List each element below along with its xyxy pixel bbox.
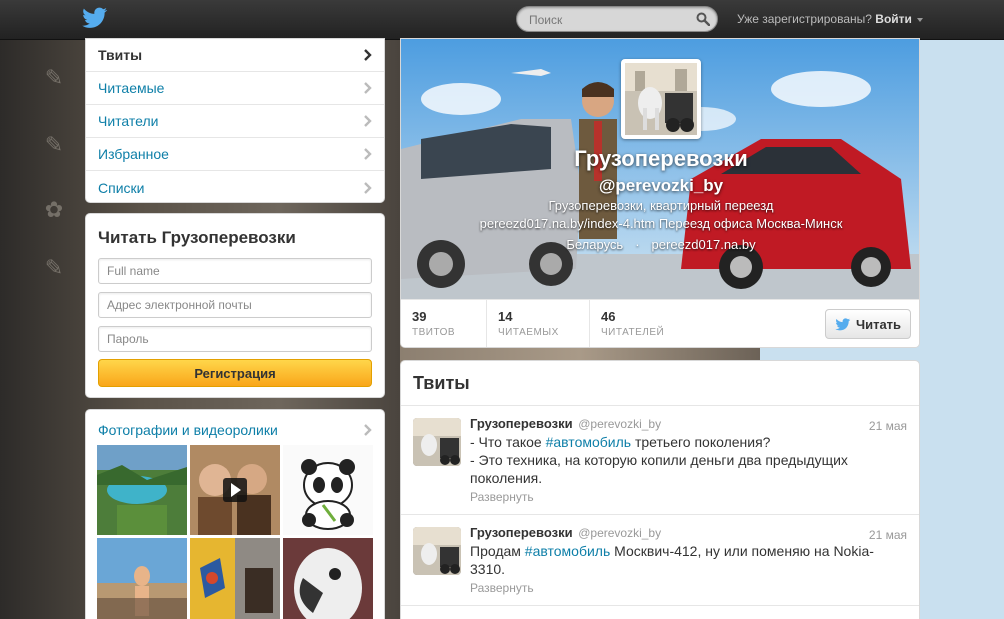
background-pattern: ✿ bbox=[44, 197, 64, 222]
tweets-stream: Твиты Грузоперевозки @perevozki_by 21 ма… bbox=[400, 360, 920, 619]
chevron-right-icon bbox=[364, 115, 372, 127]
media-thumbnail-art[interactable] bbox=[190, 538, 280, 619]
tweet-text-part: - Это техника, на которую копили деньги … bbox=[470, 452, 848, 486]
nav-item-label: Твиты bbox=[98, 47, 143, 63]
fullname-field bbox=[98, 258, 372, 284]
nav-item-lists[interactable]: Списки bbox=[86, 171, 384, 204]
media-thumbnail-beach[interactable] bbox=[97, 538, 187, 619]
media-thumbnail-video[interactable] bbox=[190, 445, 280, 535]
hashtag-link[interactable]: #автомобиль bbox=[525, 543, 610, 559]
profile-stats-bar: 39 ТВИТОВ 14 ЧИТАЕМЫХ 46 ЧИТАТЕЛЕЙ Читат… bbox=[401, 299, 919, 347]
profile-website-link[interactable]: pereezd017.na.by bbox=[652, 237, 756, 252]
follow-button[interactable]: Читать bbox=[825, 309, 911, 339]
profile-nav-card: Твиты Читаемые Читатели Избранное Списки bbox=[85, 38, 385, 203]
stat-following[interactable]: 14 ЧИТАЕМЫХ bbox=[487, 300, 590, 347]
background-pattern: ✎ bbox=[44, 255, 64, 280]
search-icon[interactable] bbox=[696, 12, 710, 26]
tweet-text-part: - Что такое bbox=[470, 434, 546, 450]
tweet-author-name[interactable]: Грузоперевозки bbox=[470, 416, 573, 431]
profile-handle: @perevozki_by bbox=[598, 176, 724, 195]
stat-tweets[interactable]: 39 ТВИТОВ bbox=[401, 300, 487, 347]
media-thumbnail-parrot[interactable] bbox=[283, 538, 373, 619]
media-title[interactable]: Фотографии и видеоролики bbox=[98, 422, 278, 438]
media-thumbnail-lake[interactable] bbox=[97, 445, 187, 535]
chevron-right-icon bbox=[364, 148, 372, 160]
signup-card: Читать Грузоперевозки Регистрация bbox=[85, 213, 385, 398]
signin-prompt: Уже зарегистрированы? Войти bbox=[737, 12, 924, 26]
profile-location: Беларусь bbox=[566, 237, 624, 252]
nav-item-followers[interactable]: Читатели bbox=[86, 105, 384, 138]
separator-dot: · bbox=[635, 237, 640, 252]
top-navigation-bar: Уже зарегистрированы? Войти bbox=[0, 0, 1004, 40]
nav-item-label: Читаемые bbox=[98, 80, 165, 96]
stat-value: 14 bbox=[498, 309, 513, 324]
tweet-expand-link[interactable]: Развернуть bbox=[470, 490, 907, 504]
stat-value: 46 bbox=[601, 309, 616, 324]
nav-item-following[interactable]: Читаемые bbox=[86, 72, 384, 105]
nav-item-label: Избранное bbox=[98, 146, 169, 162]
email-input[interactable] bbox=[99, 293, 371, 317]
profile-bio-line: pereezd017.na.by/index-4.htm Переезд офи… bbox=[479, 216, 843, 231]
tweet-text-part: Продам bbox=[470, 543, 525, 559]
tweets-heading: Твиты bbox=[401, 361, 919, 406]
twitter-bird-icon bbox=[835, 317, 851, 330]
tweet-text: Продам #автомобиль Москвич-412, ну или п… bbox=[470, 542, 907, 578]
follow-button-label: Читать bbox=[855, 316, 902, 332]
tweet-text-part: третьего поколения? bbox=[631, 434, 771, 450]
tweet-text: - Что такое #автомобиль третьего поколен… bbox=[470, 433, 907, 487]
tweet-avatar[interactable] bbox=[413, 418, 461, 466]
profile-avatar[interactable] bbox=[621, 59, 701, 139]
chevron-right-icon bbox=[364, 49, 372, 61]
signup-button[interactable]: Регистрация bbox=[98, 359, 372, 387]
profile-bio-line: Грузоперевозки, квартирный переезд bbox=[548, 198, 774, 213]
tweet-avatar[interactable] bbox=[413, 527, 461, 575]
media-card: Фотографии и видеоролики bbox=[85, 409, 385, 619]
chevron-right-icon bbox=[364, 82, 372, 94]
profile-name: Грузоперевозки bbox=[574, 146, 748, 171]
nav-item-label: Читатели bbox=[98, 113, 159, 129]
background-pattern: ✎ bbox=[44, 65, 64, 90]
stat-label: ТВИТОВ bbox=[412, 327, 456, 338]
chevron-right-icon bbox=[364, 181, 372, 194]
stat-label: ЧИТАТЕЛЕЙ bbox=[601, 327, 665, 338]
stat-value: 39 bbox=[412, 309, 427, 324]
signup-title: Читать Грузоперевозки bbox=[98, 228, 296, 247]
tweet-author-handle[interactable]: @perevozki_by bbox=[578, 526, 661, 540]
signin-prefix: Уже зарегистрированы? bbox=[737, 12, 872, 26]
search-box bbox=[516, 6, 718, 32]
chevron-right-icon[interactable] bbox=[363, 424, 372, 436]
tweet-date[interactable]: 21 мая bbox=[869, 528, 907, 542]
profile-bio: Грузоперевозки, квартирный переезд peree… bbox=[451, 197, 871, 233]
profile-location-row: Беларусь · pereezd017.na.by bbox=[401, 237, 919, 252]
password-input[interactable] bbox=[99, 327, 371, 351]
profile-header: Грузоперевозки @perevozki_by Грузоперево… bbox=[400, 38, 920, 348]
hashtag-link[interactable]: #автомобиль bbox=[546, 434, 631, 450]
fullname-input[interactable] bbox=[99, 259, 371, 283]
media-thumbnail-panda[interactable] bbox=[283, 445, 373, 535]
tweet-item[interactable]: Грузоперевозки @perevozki_by 21 мая - Чт… bbox=[401, 406, 919, 515]
email-field bbox=[98, 292, 372, 318]
nav-item-tweets[interactable]: Твиты bbox=[86, 39, 384, 72]
tweet-author-name[interactable]: Грузоперевозки bbox=[470, 525, 573, 540]
tweet-header: Грузоперевозки @perevozki_by bbox=[470, 525, 907, 540]
tweet-date[interactable]: 21 мая bbox=[869, 419, 907, 433]
nav-item-favorites[interactable]: Избранное bbox=[86, 138, 384, 171]
tweet-expand-link[interactable]: Развернуть bbox=[470, 581, 907, 595]
stat-followers[interactable]: 46 ЧИТАТЕЛЕЙ bbox=[590, 300, 698, 347]
search-input[interactable] bbox=[529, 11, 689, 29]
caret-down-icon[interactable] bbox=[917, 17, 924, 22]
tweet-author-handle[interactable]: @perevozki_by bbox=[578, 417, 661, 431]
signin-link[interactable]: Войти bbox=[875, 12, 912, 26]
background-pattern: ✎ bbox=[44, 132, 64, 157]
twitter-bird-icon[interactable] bbox=[82, 7, 108, 29]
tweet-item[interactable]: Грузоперевозки @perevozki_by 21 мая Прод… bbox=[401, 515, 919, 606]
stat-label: ЧИТАЕМЫХ bbox=[498, 327, 559, 338]
password-field bbox=[98, 326, 372, 352]
nav-item-label: Списки bbox=[98, 179, 145, 196]
tweet-header: Грузоперевозки @perevozki_by bbox=[470, 416, 907, 431]
